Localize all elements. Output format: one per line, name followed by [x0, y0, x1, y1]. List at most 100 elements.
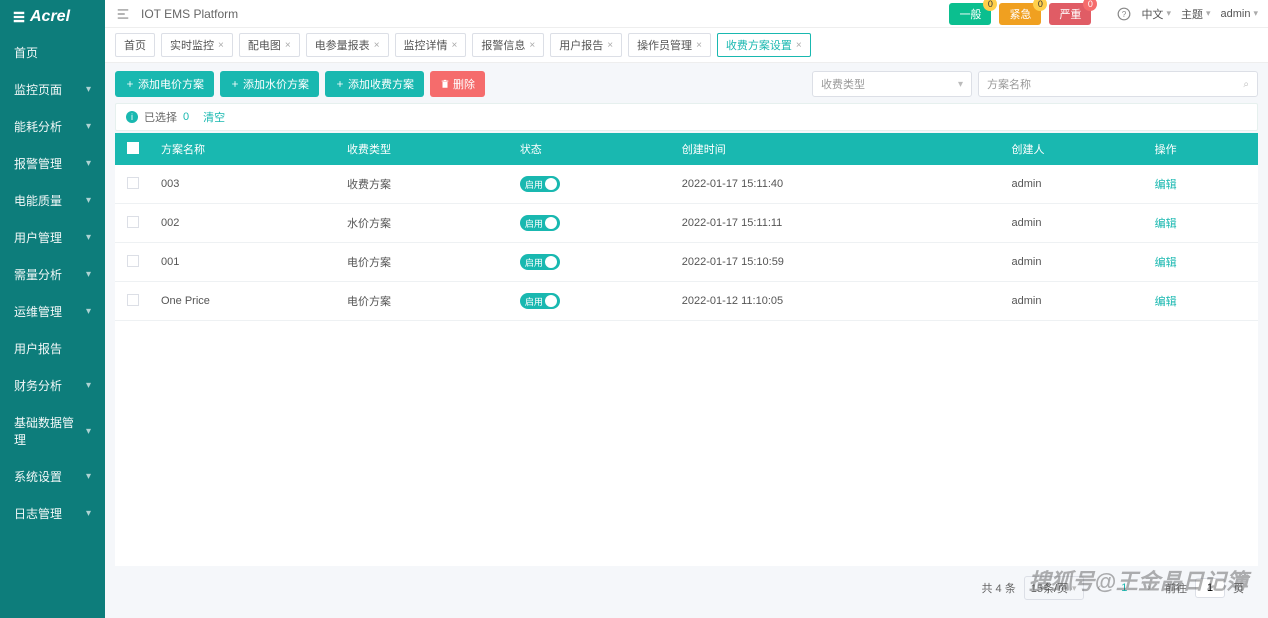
type-select[interactable]: 收费类型▾: [812, 71, 972, 97]
col-header: 操作: [1145, 133, 1258, 165]
selection-info: i 已选择 0 清空: [115, 103, 1258, 131]
sidebar-item-9[interactable]: 财务分析▾: [0, 367, 105, 404]
alert-badge-2[interactable]: 严重0: [1049, 3, 1091, 25]
sidebar-item-10[interactable]: 基础数据管理▾: [0, 404, 105, 458]
close-icon[interactable]: ×: [607, 40, 613, 51]
row-checkbox[interactable]: [127, 294, 139, 306]
chevron-down-icon: ▾: [86, 380, 91, 391]
tab-bar: 首页实时监控×配电图×电参量报表×监控详情×报警信息×用户报告×操作员管理×收费…: [105, 28, 1268, 63]
tab-0[interactable]: 首页: [115, 33, 155, 57]
brand-logo: Acrel: [0, 0, 105, 34]
chevron-down-icon: ▾: [86, 306, 91, 317]
close-icon[interactable]: ×: [529, 40, 535, 51]
sidebar-item-6[interactable]: 需量分析▾: [0, 256, 105, 293]
clear-selection-link[interactable]: 清空: [203, 109, 225, 125]
close-icon[interactable]: ×: [796, 40, 802, 51]
edit-link[interactable]: 编辑: [1155, 257, 1177, 269]
edit-link[interactable]: 编辑: [1155, 218, 1177, 230]
edit-link[interactable]: 编辑: [1155, 296, 1177, 308]
status-switch[interactable]: 启用: [520, 215, 560, 231]
toolbar: 添加电价方案 添加水价方案 添加收费方案 删除 收费类型▾ 方案名称⌕: [115, 71, 1258, 97]
sidebar-item-12[interactable]: 日志管理▾: [0, 495, 105, 532]
user-menu[interactable]: admin▾: [1221, 8, 1259, 20]
table-row: One Price电价方案启用 2022-01-12 11:10:05admin 编…: [115, 282, 1258, 321]
sidebar-item-5[interactable]: 用户管理▾: [0, 219, 105, 256]
close-icon[interactable]: ×: [285, 40, 291, 51]
tab-1[interactable]: 实时监控×: [161, 33, 233, 57]
col-header: 创建时间: [672, 133, 1002, 165]
cell-user: admin: [1002, 204, 1145, 243]
close-icon[interactable]: ×: [696, 40, 702, 51]
name-search-input[interactable]: 方案名称⌕: [978, 71, 1258, 97]
status-switch[interactable]: 启用: [520, 293, 560, 309]
brand-icon: [12, 10, 26, 24]
add-water-button[interactable]: 添加水价方案: [220, 71, 319, 97]
cell-time: 2022-01-17 15:10:59: [672, 243, 1002, 282]
status-switch[interactable]: 启用: [520, 176, 560, 192]
cell-name: One Price: [151, 282, 337, 321]
cell-type: 电价方案: [337, 282, 510, 321]
row-checkbox[interactable]: [127, 177, 139, 189]
info-icon: i: [126, 111, 138, 123]
tab-8[interactable]: 收费方案设置×: [717, 33, 811, 57]
cell-user: admin: [1002, 243, 1145, 282]
svg-text:?: ?: [1122, 9, 1127, 18]
tab-5[interactable]: 报警信息×: [472, 33, 544, 57]
main-area: IOT EMS Platform 一般0 紧急0 严重0 ? 中文▾ 主题▾ adm…: [105, 0, 1268, 618]
data-table: 方案名称收费类型状态创建时间创建人操作 003收费方案启用2022-01-17 …: [115, 133, 1258, 566]
sidebar-item-11[interactable]: 系统设置▾: [0, 458, 105, 495]
tab-4[interactable]: 监控详情×: [395, 33, 467, 57]
col-header: 收费类型: [337, 133, 510, 165]
help-icon[interactable]: ?: [1117, 7, 1131, 21]
add-fee-button[interactable]: 添加收费方案: [325, 71, 424, 97]
close-icon[interactable]: ×: [452, 40, 458, 51]
chevron-down-icon: ▾: [86, 84, 91, 95]
table-row: 003收费方案启用2022-01-17 15:11:40admin编辑: [115, 165, 1258, 204]
close-icon[interactable]: ×: [218, 40, 224, 51]
cell-time: 2022-01-12 11:10:05: [672, 282, 1002, 321]
sidebar-item-2[interactable]: 能耗分析▾: [0, 108, 105, 145]
alert-badge-0[interactable]: 一般0: [949, 3, 991, 25]
cell-time: 2022-01-17 15:11:11: [672, 204, 1002, 243]
close-icon[interactable]: ×: [374, 40, 380, 51]
chevron-down-icon: ▾: [86, 269, 91, 280]
tab-7[interactable]: 操作员管理×: [628, 33, 711, 57]
sidebar-item-4[interactable]: 电能质量▾: [0, 182, 105, 219]
chevron-down-icon: ▾: [86, 232, 91, 243]
sidebar-item-0[interactable]: 首页: [0, 34, 105, 71]
lang-selector[interactable]: 中文▾: [1141, 6, 1171, 22]
cell-user: admin: [1002, 282, 1145, 321]
row-checkbox[interactable]: [127, 216, 139, 228]
alert-badge-1[interactable]: 紧急0: [999, 3, 1041, 25]
tab-3[interactable]: 电参量报表×: [306, 33, 389, 57]
menu-toggle-icon[interactable]: [115, 6, 131, 22]
sidebar-item-3[interactable]: 报警管理▾: [0, 145, 105, 182]
cell-time: 2022-01-17 15:11:40: [672, 165, 1002, 204]
chevron-down-icon: ▾: [86, 471, 91, 482]
cell-type: 电价方案: [337, 243, 510, 282]
tab-2[interactable]: 配电图×: [239, 33, 300, 57]
chevron-down-icon: ▾: [86, 158, 91, 169]
select-all-checkbox[interactable]: [127, 142, 139, 154]
theme-selector[interactable]: 主题▾: [1181, 6, 1211, 22]
app-title: IOT EMS Platform: [141, 7, 238, 21]
sidebar-item-1[interactable]: 监控页面▾: [0, 71, 105, 108]
chevron-down-icon: ▾: [86, 121, 91, 132]
edit-link[interactable]: 编辑: [1155, 179, 1177, 191]
table-row: 002水价方案启用2022-01-17 15:11:11admin编辑: [115, 204, 1258, 243]
sidebar-item-7[interactable]: 运维管理▾: [0, 293, 105, 330]
content: 添加电价方案 添加水价方案 添加收费方案 删除 收费类型▾ 方案名称⌕ i 已选…: [105, 63, 1268, 618]
tab-6[interactable]: 用户报告×: [550, 33, 622, 57]
chevron-down-icon: ▾: [86, 508, 91, 519]
cell-user: admin: [1002, 165, 1145, 204]
add-elec-button[interactable]: 添加电价方案: [115, 71, 214, 97]
delete-button[interactable]: 删除: [430, 71, 485, 97]
status-switch[interactable]: 启用: [520, 254, 560, 270]
sidebar: Acrel 首页监控页面▾能耗分析▾报警管理▾电能质量▾用户管理▾需量分析▾运维…: [0, 0, 105, 618]
sidebar-item-8[interactable]: 用户报告: [0, 330, 105, 367]
cell-type: 收费方案: [337, 165, 510, 204]
chevron-down-icon: ▾: [86, 426, 91, 437]
row-checkbox[interactable]: [127, 255, 139, 267]
alert-badges: 一般0 紧急0 严重0: [949, 3, 1091, 25]
cell-name: 001: [151, 243, 337, 282]
